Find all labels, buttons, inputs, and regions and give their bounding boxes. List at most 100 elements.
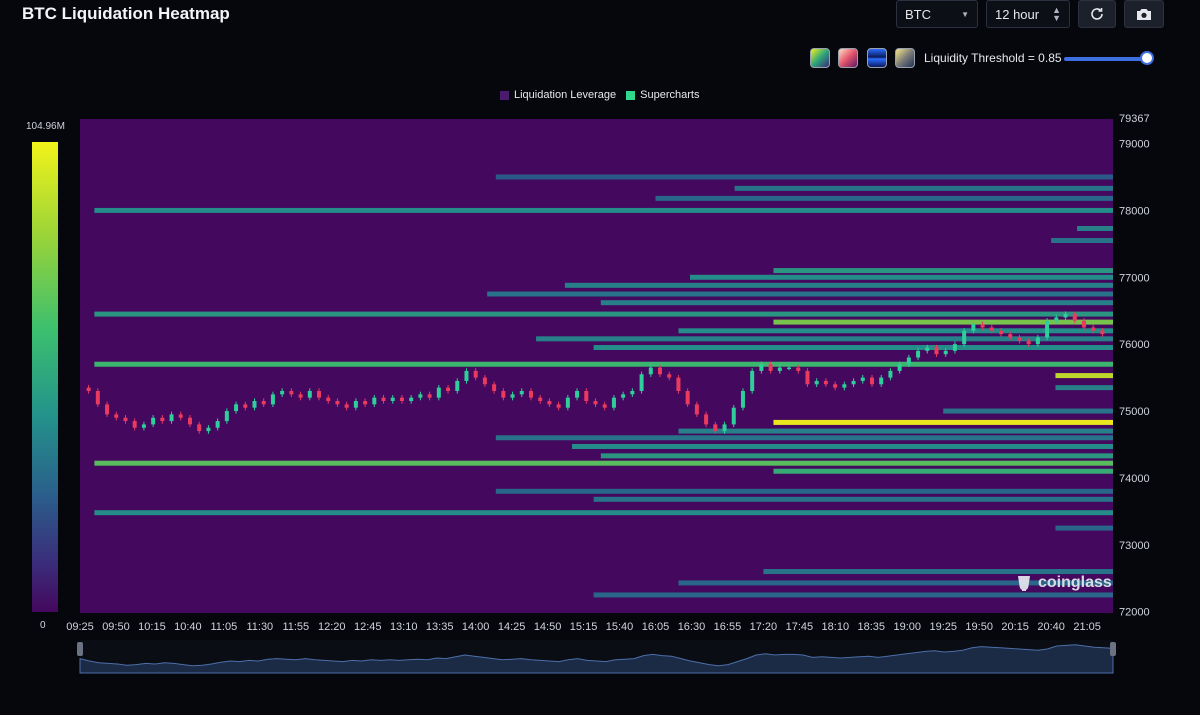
candle-body [298,394,303,398]
liquidity-band [1055,385,1113,391]
x-tick-label: 17:20 [750,621,778,633]
candle-body [1008,334,1013,338]
x-tick-label: 17:45 [786,621,814,633]
candle-body [611,397,616,408]
candle-body [307,390,312,398]
liquidity-band [600,300,1113,306]
candle-body [178,414,183,418]
candle-body [897,364,902,371]
candle-body [685,390,690,405]
navigator-handle-left[interactable] [77,642,83,656]
heatmap-chart[interactable]: 72000 73000 74000 75000 76000 77000 78000 79000… [0,0,1200,715]
liquidity-band [593,496,1113,502]
candle-body [639,374,644,391]
candle-body [1035,337,1040,345]
candle-body [141,424,146,428]
liquidity-band [773,468,1113,474]
candle-body [593,401,598,405]
candle-body [925,347,930,351]
candle-body [114,414,119,418]
candle-body [694,404,699,415]
y-tick-label: 76000 [1119,339,1150,351]
candle-body [648,367,653,375]
candle-body [667,374,672,378]
candle-body [630,390,635,395]
candle-body [132,421,137,428]
candle-body [261,401,266,405]
x-tick-label: 10:15 [138,621,166,633]
candle-body [363,401,368,405]
x-tick-label: 10:40 [174,621,202,633]
x-tick-label: 19:00 [893,621,921,633]
candle-body [473,370,478,378]
coinglass-watermark: coinglass [1016,574,1112,592]
navigator-handle-right[interactable] [1110,642,1116,656]
candle-body [399,397,404,402]
candle-body [888,370,893,378]
candle-body [317,390,322,398]
candle-body [528,390,533,398]
candle-body [427,394,432,398]
y-tick-label: 75000 [1119,406,1150,418]
x-tick-label: 18:10 [822,621,850,633]
liquidity-band [94,460,1113,466]
x-tick-label: 15:40 [606,621,634,633]
candle-body [740,390,745,408]
x-tick-label: 09:25 [66,621,94,633]
candle-body [934,347,939,355]
candle-body [169,414,174,422]
liquidity-band [593,345,1113,351]
liquidity-band [1051,238,1113,244]
candle-body [243,404,248,408]
liquidity-band [572,443,1113,449]
candle-body [750,370,755,391]
y-tick-label: 79000 [1119,139,1150,151]
candle-body [759,364,764,371]
candle-body [547,401,552,405]
x-tick-label: 11:05 [211,621,238,633]
y-tick-label: 74000 [1119,473,1150,485]
candle-body [1063,314,1068,318]
candle-body [777,367,782,371]
candle-body [372,397,377,405]
liquidity-band [495,488,1114,494]
x-tick-label: 16:30 [678,621,706,633]
candle-body [289,390,294,395]
candle-body [768,364,773,371]
candle-body [197,424,202,432]
candle-body [676,377,681,391]
candle-body [731,407,736,425]
y-tick-label: 78000 [1119,205,1150,217]
candle-body [658,367,663,375]
candle-body [833,384,838,388]
liquidity-band [773,319,1113,325]
candle-body [602,404,607,408]
candle-body [565,397,570,408]
liquidity-band [734,185,1113,191]
x-tick-label: 21:05 [1073,621,1101,633]
x-tick-label: 13:35 [426,621,454,633]
candle-body [621,394,626,398]
candle-body [851,380,856,385]
x-tick-label: 16:55 [714,621,742,633]
liquidity-band [773,268,1113,274]
x-tick-label: 14:50 [534,621,562,633]
candle-body [805,370,810,385]
y-max-label: 79367 [1119,113,1150,125]
liquidity-band [536,336,1113,342]
liquidity-band [773,419,1113,425]
candle-body [1026,340,1031,345]
candle-body [95,390,100,405]
candle-body [344,404,349,408]
liquidity-band [1055,373,1113,379]
candle-body [980,324,985,328]
candle-body [409,397,414,402]
watermark-text: coinglass [1038,574,1112,591]
liquidity-band [600,453,1113,459]
candle-body [455,380,460,391]
candle-body [206,427,211,432]
x-tick-label: 11:55 [282,621,309,633]
x-tick-label: 19:50 [965,621,993,633]
candle-body [538,397,543,402]
candle-body [1100,330,1105,335]
